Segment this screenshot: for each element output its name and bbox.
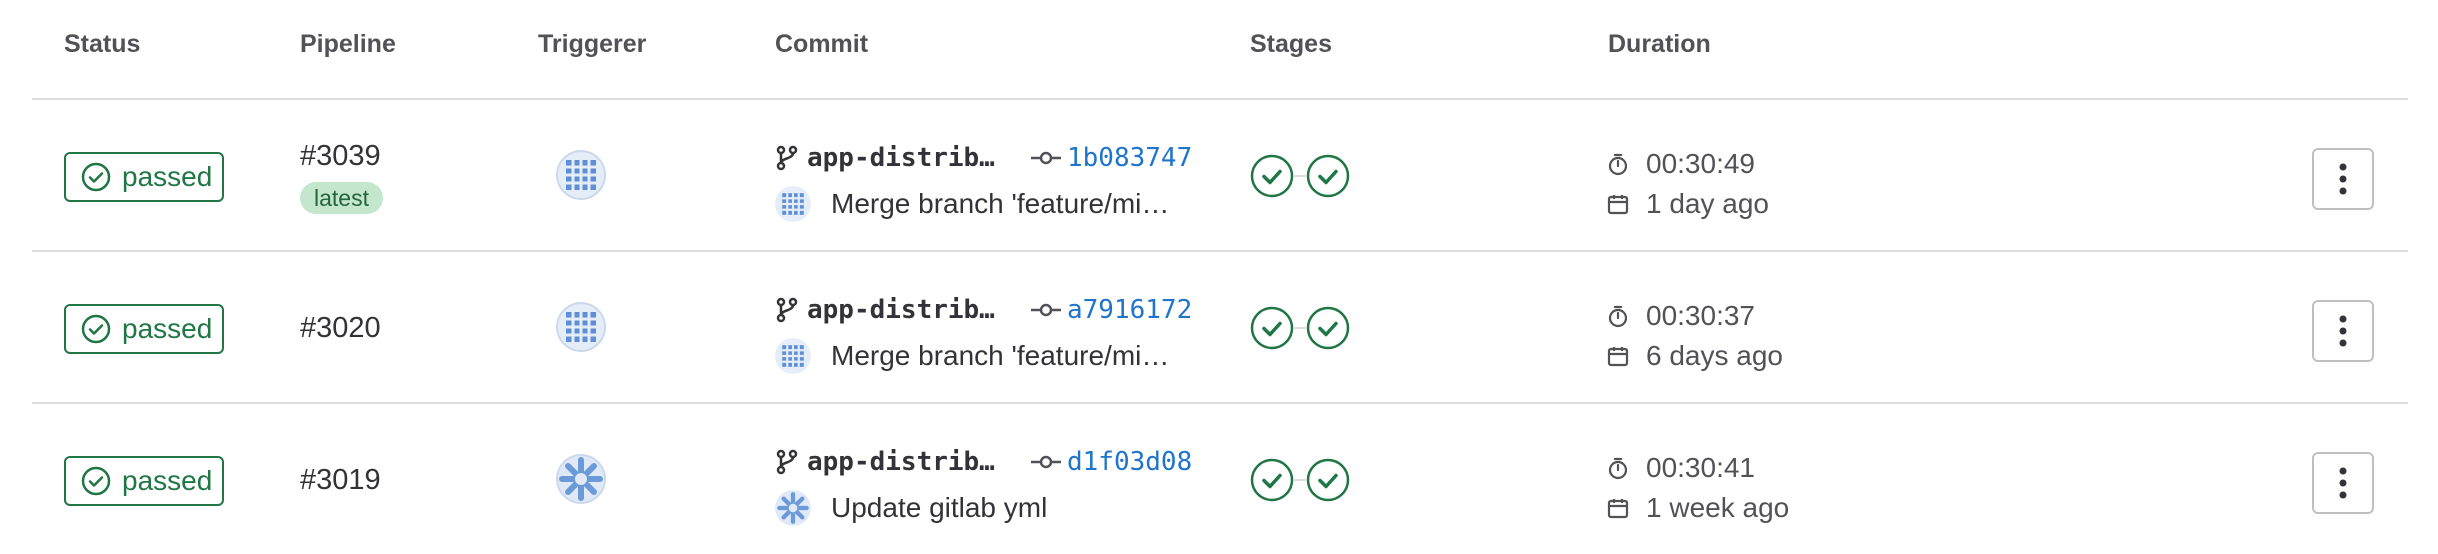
status-label: passed xyxy=(122,313,213,344)
commit-ref: app-distrib… a7916172 xyxy=(775,293,1192,327)
finished-time: 1 day ago xyxy=(1646,188,1769,219)
stage-connector xyxy=(1294,479,1306,481)
finished-line: 6 days ago xyxy=(1606,336,1783,376)
commit-ref: app-distrib… 1b083747 xyxy=(775,141,1192,175)
duration-value: 00:30:41 xyxy=(1646,452,1755,483)
header-stages: Stages xyxy=(1250,30,1332,58)
calendar-icon xyxy=(1607,499,1629,519)
branch-link[interactable]: app-distrib… xyxy=(807,447,1011,477)
header-commit: Commit xyxy=(775,30,869,58)
duration-cell: 00:30:49 1 day ago xyxy=(1606,144,1769,224)
commit-title-link[interactable]: Merge branch 'feature/mi… xyxy=(831,340,1183,372)
commit-sha-link[interactable]: 1b083747 xyxy=(1067,143,1192,173)
header-triggerer: Triggerer xyxy=(538,30,647,58)
table-row: passed #3039 latest app-distrib… 1b08374… xyxy=(32,100,2408,252)
commit-sha-link[interactable]: d1f03d08 xyxy=(1067,447,1192,477)
timer-icon xyxy=(1608,153,1628,176)
timer-icon xyxy=(1608,457,1628,480)
more-actions-button[interactable] xyxy=(2312,452,2374,514)
status-badge[interactable]: passed xyxy=(64,456,224,506)
duration-line: 00:30:37 xyxy=(1606,296,1783,336)
duration-line: 00:30:49 xyxy=(1606,144,1769,184)
table-row: passed #3019 app-distrib… d1f03d08 Updat… xyxy=(32,404,2408,554)
commit-info: Update gitlab yml xyxy=(775,488,1183,528)
triggerer-avatar[interactable] xyxy=(556,150,606,200)
branch-link[interactable]: app-distrib… xyxy=(807,143,1011,173)
header-pipeline: Pipeline xyxy=(300,30,396,58)
branch-icon xyxy=(776,145,798,171)
stages-mini-graph xyxy=(1250,458,1350,502)
commit-author-avatar[interactable] xyxy=(775,490,811,526)
commit-icon xyxy=(1031,455,1061,469)
status-label: passed xyxy=(122,161,213,192)
header-duration: Duration xyxy=(1608,30,1711,58)
branch-link[interactable]: app-distrib… xyxy=(807,295,1011,325)
check-circle-icon xyxy=(81,162,111,192)
triggerer-avatar[interactable] xyxy=(556,302,606,352)
commit-info: Merge branch 'feature/mi… xyxy=(775,336,1183,376)
pipeline-id-link[interactable]: #3039 xyxy=(300,140,381,173)
commit-title-link[interactable]: Update gitlab yml xyxy=(831,492,1183,524)
more-actions-button[interactable] xyxy=(2312,148,2374,210)
pipeline-id-link[interactable]: #3019 xyxy=(300,464,381,497)
triggerer-avatar[interactable] xyxy=(556,454,606,504)
commit-sha-link[interactable]: a7916172 xyxy=(1067,295,1192,325)
stage-status-icon[interactable] xyxy=(1250,154,1294,198)
branch-icon xyxy=(776,449,798,475)
branch-icon xyxy=(776,297,798,323)
pipelines-table: Status Pipeline Triggerer Commit Stages … xyxy=(32,0,2408,554)
check-circle-icon xyxy=(81,314,111,344)
duration-line: 00:30:41 xyxy=(1606,448,1789,488)
table-row: passed #3020 app-distrib… a7916172 Merge… xyxy=(32,252,2408,404)
kebab-icon xyxy=(2339,315,2347,347)
duration-cell: 00:30:37 6 days ago xyxy=(1606,296,1783,376)
stage-status-icon[interactable] xyxy=(1250,306,1294,350)
commit-info: Merge branch 'feature/mi… xyxy=(775,184,1183,224)
latest-badge: latest xyxy=(300,182,383,214)
finished-time: 6 days ago xyxy=(1646,340,1783,371)
calendar-icon xyxy=(1607,195,1629,215)
stage-status-icon[interactable] xyxy=(1306,458,1350,502)
timer-icon xyxy=(1608,305,1628,328)
status-label: passed xyxy=(122,465,213,496)
duration-cell: 00:30:41 1 week ago xyxy=(1606,448,1789,528)
stage-connector xyxy=(1294,327,1306,329)
header-status: Status xyxy=(64,30,141,58)
status-badge[interactable]: passed xyxy=(64,304,224,354)
calendar-icon xyxy=(1607,347,1629,367)
duration-value: 00:30:37 xyxy=(1646,300,1755,331)
stages-mini-graph xyxy=(1250,306,1350,350)
kebab-icon xyxy=(2339,467,2347,499)
more-actions-button[interactable] xyxy=(2312,300,2374,362)
commit-icon xyxy=(1031,151,1061,165)
finished-time: 1 week ago xyxy=(1646,492,1790,523)
commit-icon xyxy=(1031,303,1061,317)
finished-line: 1 day ago xyxy=(1606,184,1769,224)
finished-line: 1 week ago xyxy=(1606,488,1789,528)
stage-status-icon[interactable] xyxy=(1306,154,1350,198)
status-badge[interactable]: passed xyxy=(64,152,224,202)
commit-author-avatar[interactable] xyxy=(775,338,811,374)
commit-ref: app-distrib… d1f03d08 xyxy=(775,445,1192,479)
table-header: Status Pipeline Triggerer Commit Stages … xyxy=(32,0,2408,100)
stage-status-icon[interactable] xyxy=(1306,306,1350,350)
stage-status-icon[interactable] xyxy=(1250,458,1294,502)
check-circle-icon xyxy=(81,466,111,496)
kebab-icon xyxy=(2339,163,2347,195)
duration-value: 00:30:49 xyxy=(1646,148,1755,179)
stage-connector xyxy=(1294,175,1306,177)
stages-mini-graph xyxy=(1250,154,1350,198)
commit-author-avatar[interactable] xyxy=(775,186,811,222)
commit-title-link[interactable]: Merge branch 'feature/mi… xyxy=(831,188,1183,220)
pipeline-id-link[interactable]: #3020 xyxy=(300,312,381,345)
